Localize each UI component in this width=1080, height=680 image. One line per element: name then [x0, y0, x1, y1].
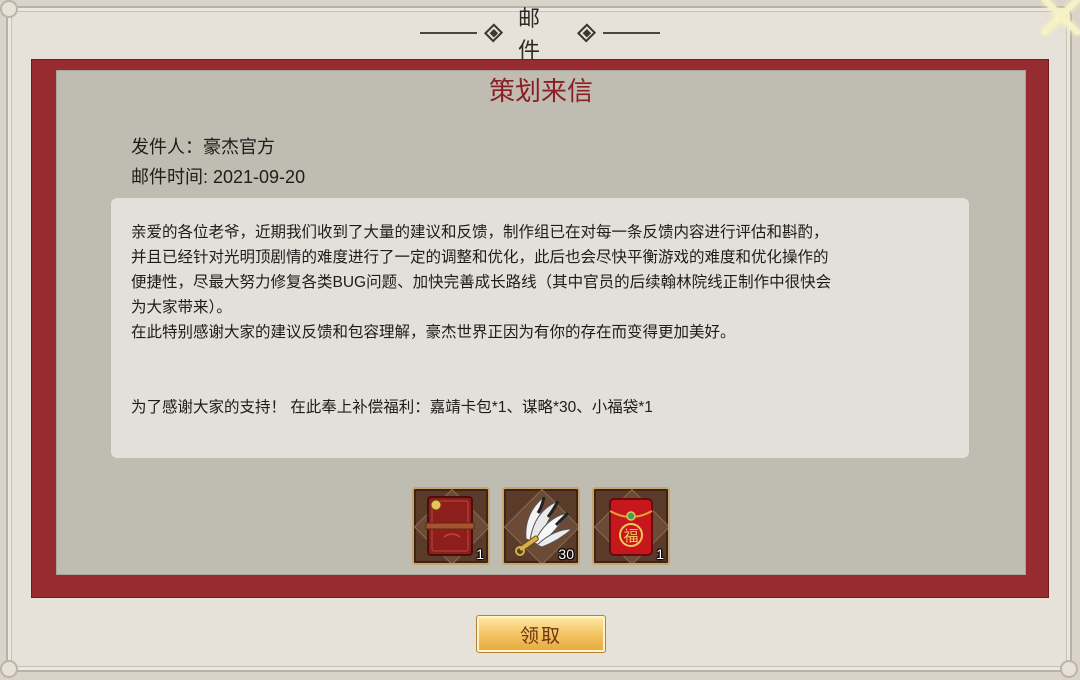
reward-item-card-pack[interactable]: 1 [412, 487, 490, 565]
reward-count: 1 [476, 546, 484, 562]
corner-ornament [0, 0, 18, 18]
title-divider-left [420, 32, 477, 34]
reward-list: 1 30 福 1 [412, 487, 670, 565]
mail-body-line: 在此特别感谢大家的建议反馈和包容理解，豪杰世界正因为有你的存在而变得更加美好。 [131, 324, 736, 341]
mail-content-panel: 策划来信 发件人：豪杰官方 邮件时间: 2021-09-20 亲爱的各位老爷，近… [56, 70, 1026, 575]
mail-body-line [131, 345, 949, 370]
mail-body-line: 便捷性，尽最大努力修复各类BUG问题、加快完善成长路线（其中官员的后续翰林院线正… [131, 274, 832, 291]
corner-ornament [0, 660, 18, 678]
mail-body-line: 为了感谢大家的支持！ 在此奉上补偿福利：嘉靖卡包*1、谋略*30、小福袋*1 [131, 399, 653, 416]
mail-body-line: 为大家带来）。 [131, 299, 232, 316]
reward-item-lucky-bag[interactable]: 福 1 [592, 487, 670, 565]
corner-ornament [1060, 660, 1078, 678]
claim-button[interactable]: 领取 [476, 615, 606, 653]
mail-body-line: 亲爱的各位老爷，近期我们收到了大量的建议和反馈，制作组已在对每一条反馈内容进行评… [131, 224, 829, 241]
mail-body: 亲爱的各位老爷，近期我们收到了大量的建议和反馈，制作组已在对每一条反馈内容进行评… [111, 198, 969, 458]
diamond-ornament-icon [576, 23, 597, 43]
reward-count: 30 [558, 546, 574, 562]
title-divider-right [603, 32, 661, 34]
diamond-ornament-icon [483, 23, 504, 43]
reward-item-feather-fan[interactable]: 30 [502, 487, 580, 565]
svg-text:福: 福 [623, 527, 638, 545]
window-title: 邮件 [518, 6, 543, 63]
close-icon[interactable] [1040, 0, 1080, 38]
mail-time: 邮件时间: 2021-09-20 [131, 167, 306, 187]
window-title-bar: 邮件 [420, 6, 661, 63]
mail-subject: 策划来信 [488, 76, 593, 106]
reward-count: 1 [656, 546, 664, 562]
mail-body-line [131, 370, 949, 395]
mail-body-line: 并且已经针对光明顶剧情的难度进行了一定的调整和优化，此后也会尽快平衡游戏的难度和… [131, 249, 829, 266]
mail-content-frame: 策划来信 发件人：豪杰官方 邮件时间: 2021-09-20 亲爱的各位老爷，近… [31, 59, 1049, 598]
mail-sender: 发件人：豪杰官方 [131, 137, 275, 157]
